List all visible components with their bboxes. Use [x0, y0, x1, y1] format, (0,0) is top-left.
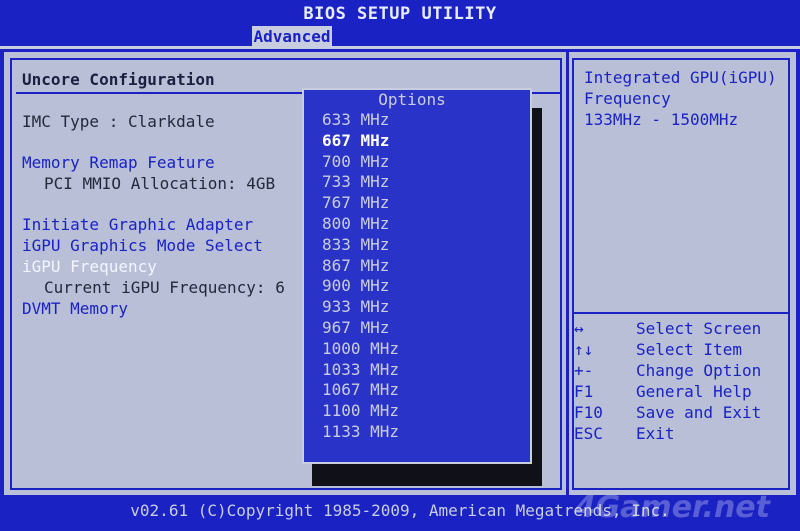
tab-advanced[interactable]: Advanced [252, 26, 332, 48]
initiate-graphic-adapter-item[interactable]: Initiate Graphic Adapter [22, 215, 253, 234]
help-separator [574, 312, 788, 314]
help-range: 133MHz - 1500MHz [584, 110, 739, 129]
option-item[interactable]: 1033 MHz [322, 360, 399, 381]
help-key-save-exit: F10 [574, 403, 603, 422]
option-item[interactable]: 900 MHz [322, 276, 399, 297]
app-title: BIOS SETUP UTILITY [303, 4, 497, 24]
imc-type-label: IMC Type : Clarkdale [22, 112, 215, 131]
option-item[interactable]: 633 MHz [322, 110, 399, 131]
option-item[interactable]: 967 MHz [322, 318, 399, 339]
current-igpu-frequency-label: Current iGPU Frequency: 6 [44, 278, 285, 297]
panel-divider [566, 52, 569, 495]
help-action-save-exit: Save and Exit [636, 403, 762, 422]
option-item-selected[interactable]: 667 MHz [322, 131, 399, 152]
help-action-general-help: General Help [636, 382, 752, 401]
option-item[interactable]: 833 MHz [322, 235, 399, 256]
option-item[interactable]: 933 MHz [322, 297, 399, 318]
help-action-select-screen: Select Screen [636, 319, 762, 338]
option-item[interactable]: 1100 MHz [322, 401, 399, 422]
tab-bar-line [0, 46, 800, 49]
option-item[interactable]: 1133 MHz [322, 422, 399, 443]
igpu-graphics-mode-select-item[interactable]: iGPU Graphics Mode Select [22, 236, 263, 255]
help-title-line2: Frequency [584, 89, 671, 108]
option-item[interactable]: 867 MHz [322, 256, 399, 277]
help-key-exit: ESC [574, 424, 603, 443]
options-list: 633 MHz 667 MHz 700 MHz 733 MHz 767 MHz … [322, 110, 399, 443]
help-key-select-screen: ↔ [574, 319, 584, 338]
up-down-arrows-icon: ↑↓ [574, 340, 594, 359]
pci-mmio-allocation-label: PCI MMIO Allocation: 4GB [44, 174, 276, 193]
help-key-select-item: ↑↓ [574, 340, 593, 359]
help-action-select-item: Select Item [636, 340, 742, 359]
help-title-line1: Integrated GPU(iGPU) [584, 68, 777, 87]
option-item[interactable]: 1067 MHz [322, 380, 399, 401]
left-right-arrows-icon: ↔ [574, 319, 584, 338]
option-item[interactable]: 700 MHz [322, 152, 399, 173]
section-title: Uncore Configuration [22, 70, 215, 89]
option-item[interactable]: 1000 MHz [322, 339, 399, 360]
help-action-exit: Exit [636, 424, 675, 443]
help-key-change-option: +- [574, 361, 594, 380]
options-popup-title: Options [362, 90, 462, 109]
watermark-logo: 4Gamer.net [574, 490, 770, 525]
dvmt-memory-item[interactable]: DVMT Memory [22, 299, 128, 318]
help-action-change-option: Change Option [636, 361, 762, 380]
help-key-general-help: F1 [574, 382, 594, 401]
memory-remap-feature-item[interactable]: Memory Remap Feature [22, 153, 215, 172]
igpu-frequency-item[interactable]: iGPU Frequency [22, 257, 157, 276]
option-item[interactable]: 800 MHz [322, 214, 399, 235]
option-item[interactable]: 767 MHz [322, 193, 399, 214]
option-item[interactable]: 733 MHz [322, 172, 399, 193]
